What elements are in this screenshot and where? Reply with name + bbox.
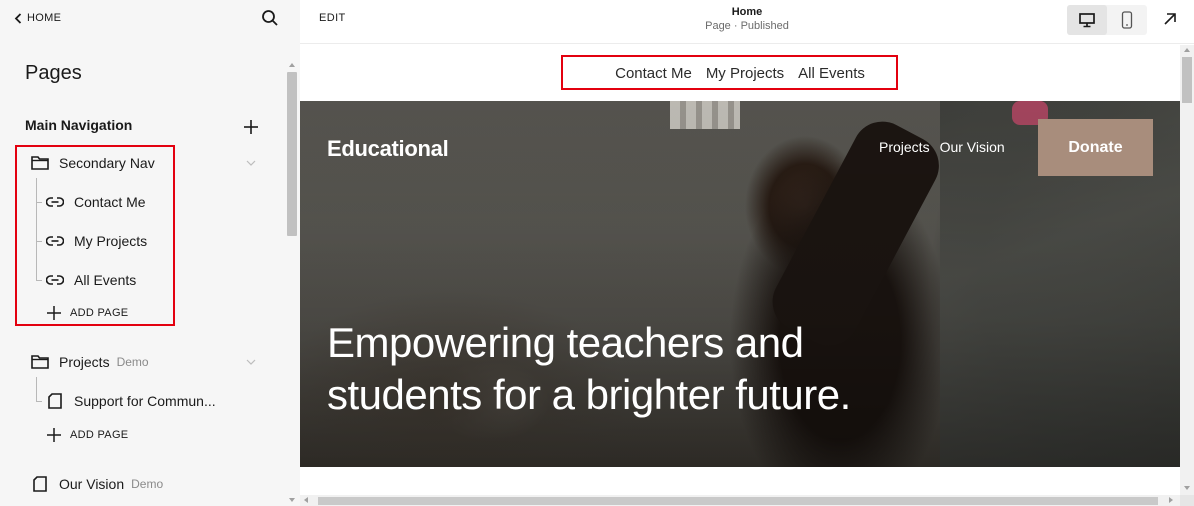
nav-item-label: Contact Me — [74, 194, 146, 210]
tree-connector — [36, 241, 42, 242]
scroll-left-arrow-icon[interactable] — [304, 497, 308, 503]
scroll-down-arrow-icon[interactable] — [289, 498, 295, 502]
mobile-view-button[interactable] — [1107, 5, 1147, 35]
add-page-to-main-nav-button[interactable] — [241, 117, 261, 137]
nav-item-all-events[interactable]: All Events — [46, 270, 136, 290]
home-label: HOME — [27, 12, 62, 24]
page-info: Home Page · Published — [647, 5, 847, 33]
nav-item-contact-me[interactable]: Contact Me — [46, 192, 146, 212]
link-icon — [46, 197, 64, 207]
nav-item-my-projects[interactable]: My Projects — [46, 231, 147, 251]
sidebar-scrollbar-thumb[interactable] — [287, 72, 297, 236]
headline-line: Empowering teachers and — [327, 319, 804, 366]
folder-label: Secondary Nav — [59, 155, 155, 171]
add-page-button[interactable]: ADD PAGE — [46, 427, 128, 443]
main-nav-link[interactable]: Projects — [879, 139, 930, 155]
search-button[interactable] — [260, 8, 280, 28]
folder-label: Projects — [59, 354, 110, 370]
page-item-label: Support for Commun... — [74, 393, 216, 409]
page-icon — [48, 393, 62, 409]
page-label: Our Vision — [59, 476, 125, 492]
edit-button[interactable]: EDIT — [319, 12, 346, 24]
tree-connector — [36, 377, 37, 401]
pages-sidebar: HOME Pages Main Navigation Secondary Nav — [0, 0, 300, 506]
add-page-label: ADD PAGE — [70, 307, 129, 319]
donate-button[interactable]: Donate — [1038, 119, 1153, 176]
mobile-icon — [1121, 11, 1133, 29]
plus-icon — [244, 120, 258, 134]
secondary-nav-link[interactable]: My Projects — [706, 65, 784, 82]
chevron-down-icon[interactable] — [245, 157, 257, 169]
nav-item-label: My Projects — [74, 233, 148, 249]
scroll-up-arrow-icon[interactable] — [1184, 48, 1190, 52]
page-our-vision[interactable]: Our Vision Demo — [31, 474, 163, 494]
hero-section: Educational Projects Our Vision Donate E… — [300, 101, 1180, 467]
plus-icon — [47, 428, 61, 442]
secondary-nav-link[interactable]: All Events — [798, 65, 865, 82]
add-page-button[interactable]: ADD PAGE — [46, 305, 128, 321]
desktop-icon — [1079, 13, 1095, 28]
horizontal-scrollbar-thumb[interactable] — [318, 497, 1158, 505]
search-icon — [262, 10, 278, 26]
page-name: Home — [731, 6, 763, 18]
main-nav-link[interactable]: Our Vision — [940, 139, 1005, 155]
link-icon — [46, 275, 64, 285]
desktop-view-button[interactable] — [1067, 5, 1107, 35]
home-back-link[interactable]: HOME — [14, 10, 61, 26]
chevron-left-icon — [14, 12, 22, 24]
nav-item-label: All Events — [74, 272, 137, 288]
headline-line: students for a brighter future. — [327, 371, 851, 418]
link-icon — [46, 236, 64, 246]
folder-secondary-nav[interactable]: Secondary Nav — [31, 153, 155, 173]
tree-connector — [36, 280, 42, 281]
editor-topbar: EDIT Home Page · Published — [300, 0, 1194, 44]
scroll-down-arrow-icon[interactable] — [1184, 486, 1190, 490]
folder-projects[interactable]: Projects Demo — [31, 352, 149, 372]
fullscreen-button[interactable] — [1162, 11, 1178, 27]
chevron-down-icon[interactable] — [245, 356, 257, 368]
preview-scrollbar[interactable] — [1180, 45, 1194, 495]
device-view-toggle — [1067, 5, 1147, 35]
page-item-support-for-community[interactable]: Support for Commun... — [46, 391, 216, 411]
arrow-up-right-icon — [1164, 13, 1176, 25]
main-navigation-title: Main Navigation — [25, 117, 133, 133]
scroll-right-arrow-icon[interactable] — [1169, 497, 1173, 503]
demo-tag: Demo — [116, 355, 149, 369]
tree-connector — [36, 178, 37, 281]
site-main-nav: Projects Our Vision — [879, 139, 1005, 155]
folder-icon — [31, 355, 49, 369]
demo-tag: Demo — [131, 477, 164, 491]
page-status: Page · Published — [705, 20, 789, 32]
plus-icon — [47, 306, 61, 320]
add-page-label: ADD PAGE — [70, 429, 129, 441]
secondary-nav-link[interactable]: Contact Me — [615, 65, 692, 82]
folder-icon — [31, 156, 49, 170]
tree-connector — [36, 202, 42, 203]
page-icon — [33, 476, 47, 492]
secondary-navigation: Contact Me My Projects All Events — [300, 45, 1180, 101]
tree-connector — [36, 401, 42, 402]
scroll-up-arrow-icon[interactable] — [289, 63, 295, 67]
scrollbar-corner — [1180, 495, 1194, 506]
site-brand[interactable]: Educational — [327, 136, 449, 162]
site-preview: Contact Me My Projects All Events Educat… — [300, 45, 1180, 495]
hero-headline: Empowering teachers and students for a b… — [327, 317, 967, 421]
pages-title: Pages — [25, 62, 82, 84]
preview-scrollbar-thumb[interactable] — [1182, 57, 1192, 103]
